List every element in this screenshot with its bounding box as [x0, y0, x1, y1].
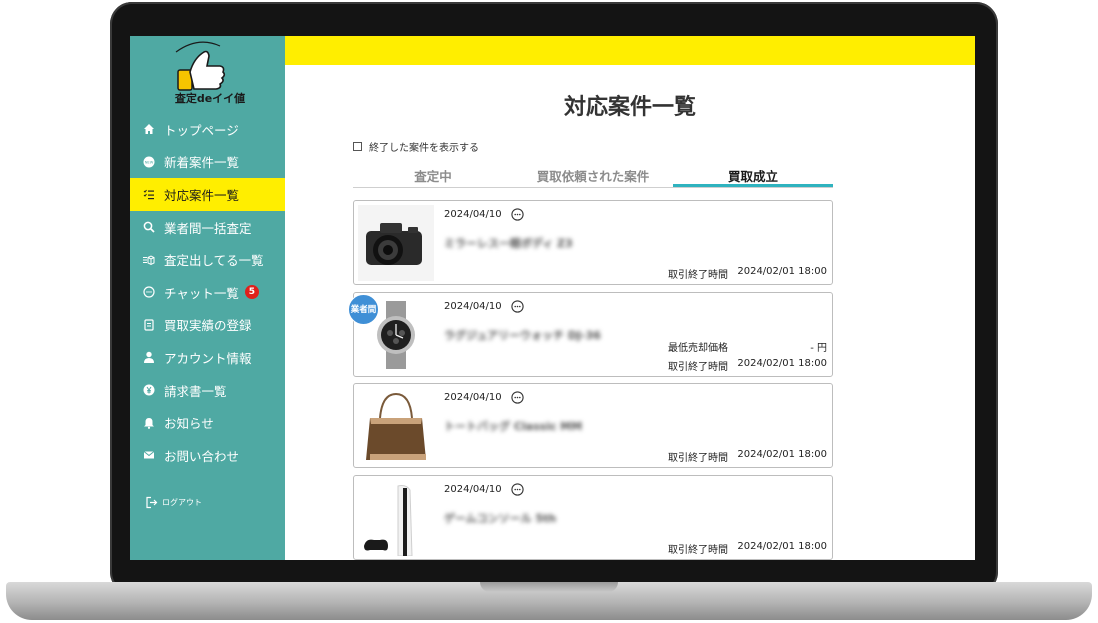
sidebar-nav: トップページ NEW 新着案件一覧 対応案件一覧 業者間一括査定 査定出してる一…	[130, 113, 285, 472]
product-thumbnail	[358, 388, 434, 464]
sidebar-item-label: 新着案件一覧	[164, 155, 240, 171]
product-thumbnail	[358, 479, 434, 556]
chat-bubble-icon[interactable]	[511, 482, 524, 496]
tab-purchase-completed[interactable]: 買取成立	[673, 163, 833, 187]
logout-label: ログアウト	[162, 498, 202, 507]
logout-icon	[146, 496, 158, 509]
sidebar-item-label: 業者間一括査定	[164, 220, 252, 236]
sidebar-item-label: お問い合わせ	[164, 448, 240, 464]
sidebar-item-label: トップページ	[164, 122, 239, 138]
case-date: 2024/04/10	[444, 483, 502, 495]
sidebar-item-invoices[interactable]: 請求書一覧	[130, 374, 285, 407]
end-time-value: 2024/02/01 18:00	[737, 266, 827, 277]
yen-icon	[143, 384, 155, 396]
chat-bubble-icon[interactable]	[511, 208, 524, 221]
document-icon	[143, 319, 155, 331]
product-name: ゲームコンソール 5th	[444, 511, 557, 525]
case-card[interactable]: 業者間 2024/04/10 ラグジュアリーウォッチ DJ-36 最低売却価格 …	[348, 291, 833, 377]
home-icon	[143, 123, 155, 135]
case-date: 2024/04/10	[444, 209, 502, 220]
game-console-icon	[364, 484, 413, 556]
sidebar-item-top[interactable]: トップページ	[130, 113, 285, 146]
sidebar-item-chat[interactable]: チャット一覧 5	[130, 276, 285, 309]
sidebar-item-label: 査定出してる一覧	[164, 253, 264, 269]
end-time-value: 2024/02/01 18:00	[737, 449, 827, 460]
min-price-value: - 円	[810, 342, 827, 354]
user-icon	[143, 351, 155, 364]
sidebar-item-label: アカウント情報	[164, 350, 252, 366]
trader-badge: 業者間	[348, 293, 379, 325]
sidebar-item-purchase-register[interactable]: 買取実績の登録	[130, 309, 285, 342]
mail-icon	[143, 449, 155, 461]
logo-text: 査定deイイ値	[174, 92, 246, 105]
page-title: 対応案件一覧	[563, 95, 696, 120]
sidebar-item-active-cases[interactable]: 対応案件一覧	[130, 178, 285, 211]
product-name: トートバッグ Classic MM	[444, 420, 583, 433]
handbag-icon	[366, 392, 426, 460]
product-name: ラグジュアリーウォッチ DJ-36	[444, 328, 601, 342]
case-date: 2024/04/10	[444, 300, 502, 312]
show-finished-toggle[interactable]: 終了した案件を表示する	[353, 139, 479, 154]
end-time-value: 2024/02/01 18:00	[737, 357, 827, 369]
new-icon: NEW	[143, 156, 155, 168]
case-card[interactable]: 2024/04/10 トートバッグ Classic MM 取引終了時間 2024…	[353, 383, 833, 468]
sidebar-item-contact[interactable]: お問い合わせ	[130, 439, 285, 472]
unread-count-badge: 5	[244, 285, 259, 300]
sidebar-item-label: チャット一覧	[164, 285, 239, 301]
end-time-label: 取引終了時間	[668, 361, 728, 373]
svg-text:NEW: NEW	[145, 160, 154, 164]
sidebar-item-account[interactable]: アカウント情報	[130, 341, 285, 374]
chat-icon	[143, 286, 155, 298]
sidebar-item-label: 請求書一覧	[164, 383, 227, 399]
thumbs-up-logo-icon	[175, 41, 226, 91]
show-finished-checkbox[interactable]	[353, 142, 362, 151]
sidebar: 査定deイイ値 トップページ NEW 新着案件一覧 対応案件一覧 業者間一括査定…	[130, 36, 285, 560]
sidebar-item-submitted-appraisals[interactable]: 査定出してる一覧	[130, 243, 285, 276]
end-time-value: 2024/02/01 18:00	[737, 540, 827, 552]
case-list: 2024/04/10 ミラーレス一眼ボディ Z3 取引終了時間 2024/02/…	[348, 200, 833, 560]
sidebar-item-label: 対応案件一覧	[164, 187, 240, 203]
camera-icon	[366, 223, 422, 265]
show-finished-label: 終了した案件を表示する	[369, 143, 479, 154]
tab-purchase-requested[interactable]: 買取依頼された案件	[513, 163, 673, 187]
case-date: 2024/04/10	[444, 392, 502, 403]
chat-bubble-icon[interactable]	[511, 299, 524, 313]
product-name: ミラーレス一眼ボディ Z3	[444, 237, 573, 250]
sidebar-item-notices[interactable]: お知らせ	[130, 406, 285, 439]
laptop-notch	[480, 582, 618, 592]
product-thumbnail	[358, 205, 434, 281]
end-time-label: 取引終了時間	[668, 453, 728, 464]
logout-button[interactable]: ログアウト	[145, 496, 202, 509]
list-check-icon	[143, 188, 155, 200]
search-icon	[143, 221, 155, 233]
sidebar-item-label: 買取実績の登録	[164, 318, 252, 334]
app-screen: 査定deイイ値 トップページ NEW 新着案件一覧 対応案件一覧 業者間一括査定…	[130, 36, 975, 560]
min-price-label: 最低売却価格	[668, 342, 728, 354]
status-tabs: 査定中 買取依頼された案件 買取成立	[353, 163, 833, 188]
main-content: 対応案件一覧 終了した案件を表示する 査定中 買取依頼された案件 買取成立 20…	[285, 65, 975, 560]
box-list-icon	[143, 254, 155, 266]
chat-bubble-icon[interactable]	[511, 391, 524, 404]
bell-icon	[143, 417, 155, 429]
end-time-label: 取引終了時間	[668, 544, 728, 556]
top-bar	[285, 36, 975, 65]
end-time-label: 取引終了時間	[668, 270, 728, 281]
sidebar-item-label: お知らせ	[164, 416, 214, 432]
tab-appraising[interactable]: 査定中	[353, 163, 513, 187]
sidebar-item-new-cases[interactable]: NEW 新着案件一覧	[130, 146, 285, 179]
sidebar-item-bulk-appraisal[interactable]: 業者間一括査定	[130, 211, 285, 244]
case-card[interactable]: 2024/04/10 ゲームコンソール 5th 取引終了時間 2024/02/0…	[353, 474, 833, 560]
case-card[interactable]: 2024/04/10 ミラーレス一眼ボディ Z3 取引終了時間 2024/02/…	[353, 200, 833, 285]
